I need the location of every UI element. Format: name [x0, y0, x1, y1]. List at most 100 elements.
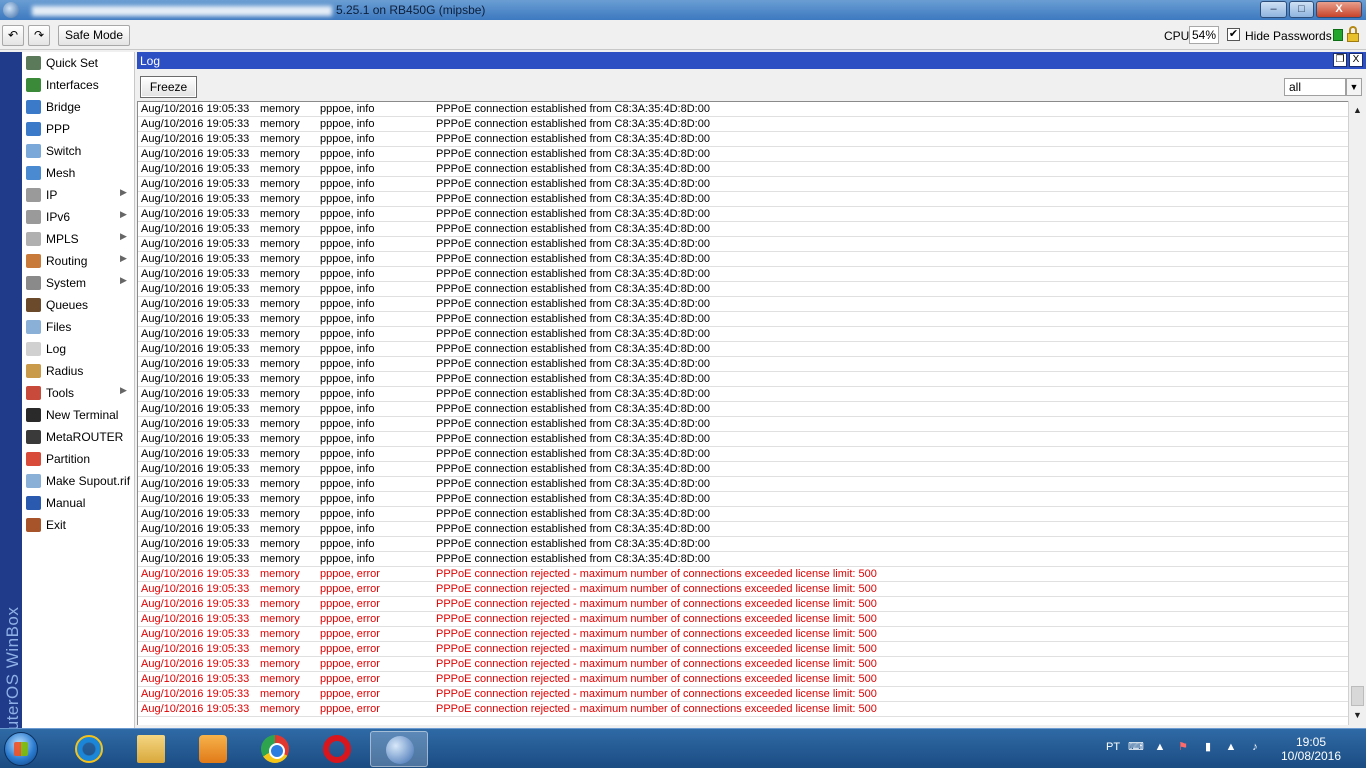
- table-row[interactable]: Aug/10/2016 19:05:33 memory pppoe, info PPP…: [138, 282, 1348, 297]
- table-row[interactable]: Aug/10/2016 19:05:33 memory pppoe, info PPP…: [138, 432, 1348, 447]
- table-row[interactable]: Aug/10/2016 19:05:33 memory pppoe, info PPP…: [138, 462, 1348, 477]
- keyboard-icon[interactable]: ⌨: [1128, 741, 1144, 754]
- table-row[interactable]: Aug/10/2016 19:05:33 memory pppoe, error PP…: [138, 627, 1348, 642]
- table-row[interactable]: Aug/10/2016 19:05:33 memory pppoe, info PPP…: [138, 192, 1348, 207]
- taskbar-app-media-player[interactable]: [184, 731, 242, 767]
- sidebar-item-interfaces[interactable]: Interfaces: [22, 74, 135, 96]
- table-row[interactable]: Aug/10/2016 19:05:33 memory pppoe, info PPP…: [138, 162, 1348, 177]
- table-row[interactable]: Aug/10/2016 19:05:33 memory pppoe, info PPP…: [138, 477, 1348, 492]
- table-row[interactable]: Aug/10/2016 19:05:33 memory pppoe, info PPP…: [138, 357, 1348, 372]
- table-row[interactable]: Aug/10/2016 19:05:33 memory pppoe, info PPP…: [138, 447, 1348, 462]
- table-row[interactable]: Aug/10/2016 19:05:33 memory pppoe, info PPP…: [138, 177, 1348, 192]
- table-row[interactable]: Aug/10/2016 19:05:33 memory pppoe, info PPP…: [138, 102, 1348, 117]
- sidebar-item-bridge[interactable]: Bridge: [22, 96, 135, 118]
- table-row[interactable]: Aug/10/2016 19:05:33 memory pppoe, error PP…: [138, 672, 1348, 687]
- sidebar-item-queues[interactable]: Queues: [22, 294, 135, 316]
- table-row[interactable]: Aug/10/2016 19:05:33 memory pppoe, info PPP…: [138, 372, 1348, 387]
- redo-button[interactable]: ↷: [28, 25, 50, 46]
- table-row[interactable]: Aug/10/2016 19:05:33 memory pppoe, info PPP…: [138, 237, 1348, 252]
- table-row[interactable]: Aug/10/2016 19:05:33 memory pppoe, info PPP…: [138, 387, 1348, 402]
- sidebar-item-system[interactable]: System ▶: [22, 272, 135, 294]
- table-row[interactable]: Aug/10/2016 19:05:33 memory pppoe, info PPP…: [138, 222, 1348, 237]
- action-center-icon[interactable]: ⚑: [1176, 741, 1190, 754]
- table-row[interactable]: Aug/10/2016 19:05:33 memory pppoe, error PP…: [138, 657, 1348, 672]
- safe-mode-button[interactable]: Safe Mode: [58, 25, 130, 46]
- sidebar-item-switch[interactable]: Switch: [22, 140, 135, 162]
- sidebar-item-ipv6[interactable]: IPv6 ▶: [22, 206, 135, 228]
- battery-icon[interactable]: ▮: [1201, 741, 1215, 754]
- log-filter-select[interactable]: all: [1284, 78, 1346, 96]
- clock[interactable]: 19:05 10/08/2016: [1280, 735, 1342, 763]
- language-indicator[interactable]: PT: [1106, 741, 1120, 753]
- signal-icon[interactable]: ▲: [1224, 741, 1238, 754]
- hide-passwords-label[interactable]: Hide Passwords: [1245, 29, 1332, 43]
- table-row[interactable]: Aug/10/2016 19:05:33 memory pppoe, info PPP…: [138, 327, 1348, 342]
- minimize-button[interactable]: –: [1260, 1, 1287, 18]
- sidebar-item-files[interactable]: Files: [22, 316, 135, 338]
- table-row[interactable]: Aug/10/2016 19:05:33 memory pppoe, info PPP…: [138, 252, 1348, 267]
- table-row[interactable]: Aug/10/2016 19:05:33 memory pppoe, error PP…: [138, 597, 1348, 612]
- undo-button[interactable]: ↶: [2, 25, 24, 46]
- taskbar-app-internet-explorer[interactable]: [60, 731, 118, 767]
- freeze-button[interactable]: Freeze: [140, 76, 197, 98]
- table-row[interactable]: Aug/10/2016 19:05:33 memory pppoe, info PPP…: [138, 402, 1348, 417]
- sidebar-item-partition[interactable]: Partition: [22, 448, 135, 470]
- table-row[interactable]: Aug/10/2016 19:05:33 memory pppoe, info PPP…: [138, 492, 1348, 507]
- sidebar-item-make-supout-rif[interactable]: Make Supout.rif: [22, 470, 135, 492]
- volume-icon[interactable]: ♪: [1248, 741, 1262, 754]
- sidebar-item-ip[interactable]: IP ▶: [22, 184, 135, 206]
- log-restore-button[interactable]: ❐: [1333, 53, 1347, 67]
- tray-expand-icon[interactable]: ▲: [1153, 741, 1167, 754]
- table-row[interactable]: Aug/10/2016 19:05:33 memory pppoe, info PPP…: [138, 297, 1348, 312]
- table-row[interactable]: Aug/10/2016 19:05:33 memory pppoe, error PP…: [138, 702, 1348, 717]
- sidebar-item-routing[interactable]: Routing ▶: [22, 250, 135, 272]
- scroll-down-icon[interactable]: ▼: [1350, 708, 1365, 723]
- sidebar-item-exit[interactable]: Exit: [22, 514, 135, 536]
- sidebar-item-ppp[interactable]: PPP: [22, 118, 135, 140]
- sidebar-item-new-terminal[interactable]: New Terminal: [22, 404, 135, 426]
- hide-passwords-checkbox[interactable]: ✔: [1227, 28, 1240, 41]
- scroll-up-icon[interactable]: ▲: [1350, 103, 1365, 118]
- sidebar-item-manual[interactable]: Manual: [22, 492, 135, 514]
- table-row[interactable]: Aug/10/2016 19:05:33 memory pppoe, info PPP…: [138, 312, 1348, 327]
- sidebar-item-mpls[interactable]: MPLS ▶: [22, 228, 135, 250]
- taskbar-app-chrome[interactable]: [246, 731, 304, 767]
- chevron-down-icon[interactable]: ▼: [1346, 78, 1362, 96]
- sidebar-item-tools[interactable]: Tools ▶: [22, 382, 135, 404]
- log-close-button[interactable]: X: [1349, 53, 1363, 67]
- log-buffer-cell: memory: [260, 703, 300, 715]
- table-row[interactable]: Aug/10/2016 19:05:33 memory pppoe, error PP…: [138, 612, 1348, 627]
- sidebar-item-log[interactable]: Log: [22, 338, 135, 360]
- table-row[interactable]: Aug/10/2016 19:05:33 memory pppoe, info PPP…: [138, 132, 1348, 147]
- table-row[interactable]: Aug/10/2016 19:05:33 memory pppoe, info PPP…: [138, 552, 1348, 567]
- taskbar-app-opera[interactable]: [308, 731, 366, 767]
- table-row[interactable]: Aug/10/2016 19:05:33 memory pppoe, info PPP…: [138, 267, 1348, 282]
- taskbar-app-winbox[interactable]: [370, 731, 428, 767]
- table-row[interactable]: Aug/10/2016 19:05:33 memory pppoe, info PPP…: [138, 147, 1348, 162]
- table-row[interactable]: Aug/10/2016 19:05:33 memory pppoe, info PPP…: [138, 117, 1348, 132]
- table-row[interactable]: Aug/10/2016 19:05:33 memory pppoe, error PP…: [138, 642, 1348, 657]
- log-message-cell: PPPoE connection rejected - maximum numb…: [436, 658, 877, 670]
- log-scrollbar[interactable]: ▲ ▼: [1348, 101, 1366, 725]
- table-row[interactable]: Aug/10/2016 19:05:33 memory pppoe, info PPP…: [138, 537, 1348, 552]
- restore-button[interactable]: □: [1289, 1, 1314, 18]
- table-row[interactable]: Aug/10/2016 19:05:33 memory pppoe, info PPP…: [138, 507, 1348, 522]
- table-row[interactable]: Aug/10/2016 19:05:33 memory pppoe, info PPP…: [138, 417, 1348, 432]
- table-row[interactable]: Aug/10/2016 19:05:33 memory pppoe, info PPP…: [138, 522, 1348, 537]
- close-button[interactable]: X: [1316, 1, 1362, 18]
- table-row[interactable]: Aug/10/2016 19:05:33 memory pppoe, info PPP…: [138, 207, 1348, 222]
- taskbar-app-file-explorer[interactable]: [122, 731, 180, 767]
- sidebar-item-metarouter[interactable]: MetaROUTER: [22, 426, 135, 448]
- mpls-icon: [26, 232, 41, 246]
- start-button[interactable]: [4, 732, 38, 766]
- winbox-app-icon[interactable]: [3, 2, 19, 18]
- table-row[interactable]: Aug/10/2016 19:05:33 memory pppoe, info PPP…: [138, 342, 1348, 357]
- sidebar-item-quick-set[interactable]: Quick Set: [22, 52, 135, 74]
- sidebar-item-radius[interactable]: Radius: [22, 360, 135, 382]
- log-message-cell: PPPoE connection established from C8:3A:…: [436, 508, 710, 520]
- table-row[interactable]: Aug/10/2016 19:05:33 memory pppoe, error PP…: [138, 567, 1348, 582]
- sidebar-item-mesh[interactable]: Mesh: [22, 162, 135, 184]
- table-row[interactable]: Aug/10/2016 19:05:33 memory pppoe, error PP…: [138, 582, 1348, 597]
- table-row[interactable]: Aug/10/2016 19:05:33 memory pppoe, error PP…: [138, 687, 1348, 702]
- scrollbar-thumb[interactable]: [1351, 686, 1364, 706]
